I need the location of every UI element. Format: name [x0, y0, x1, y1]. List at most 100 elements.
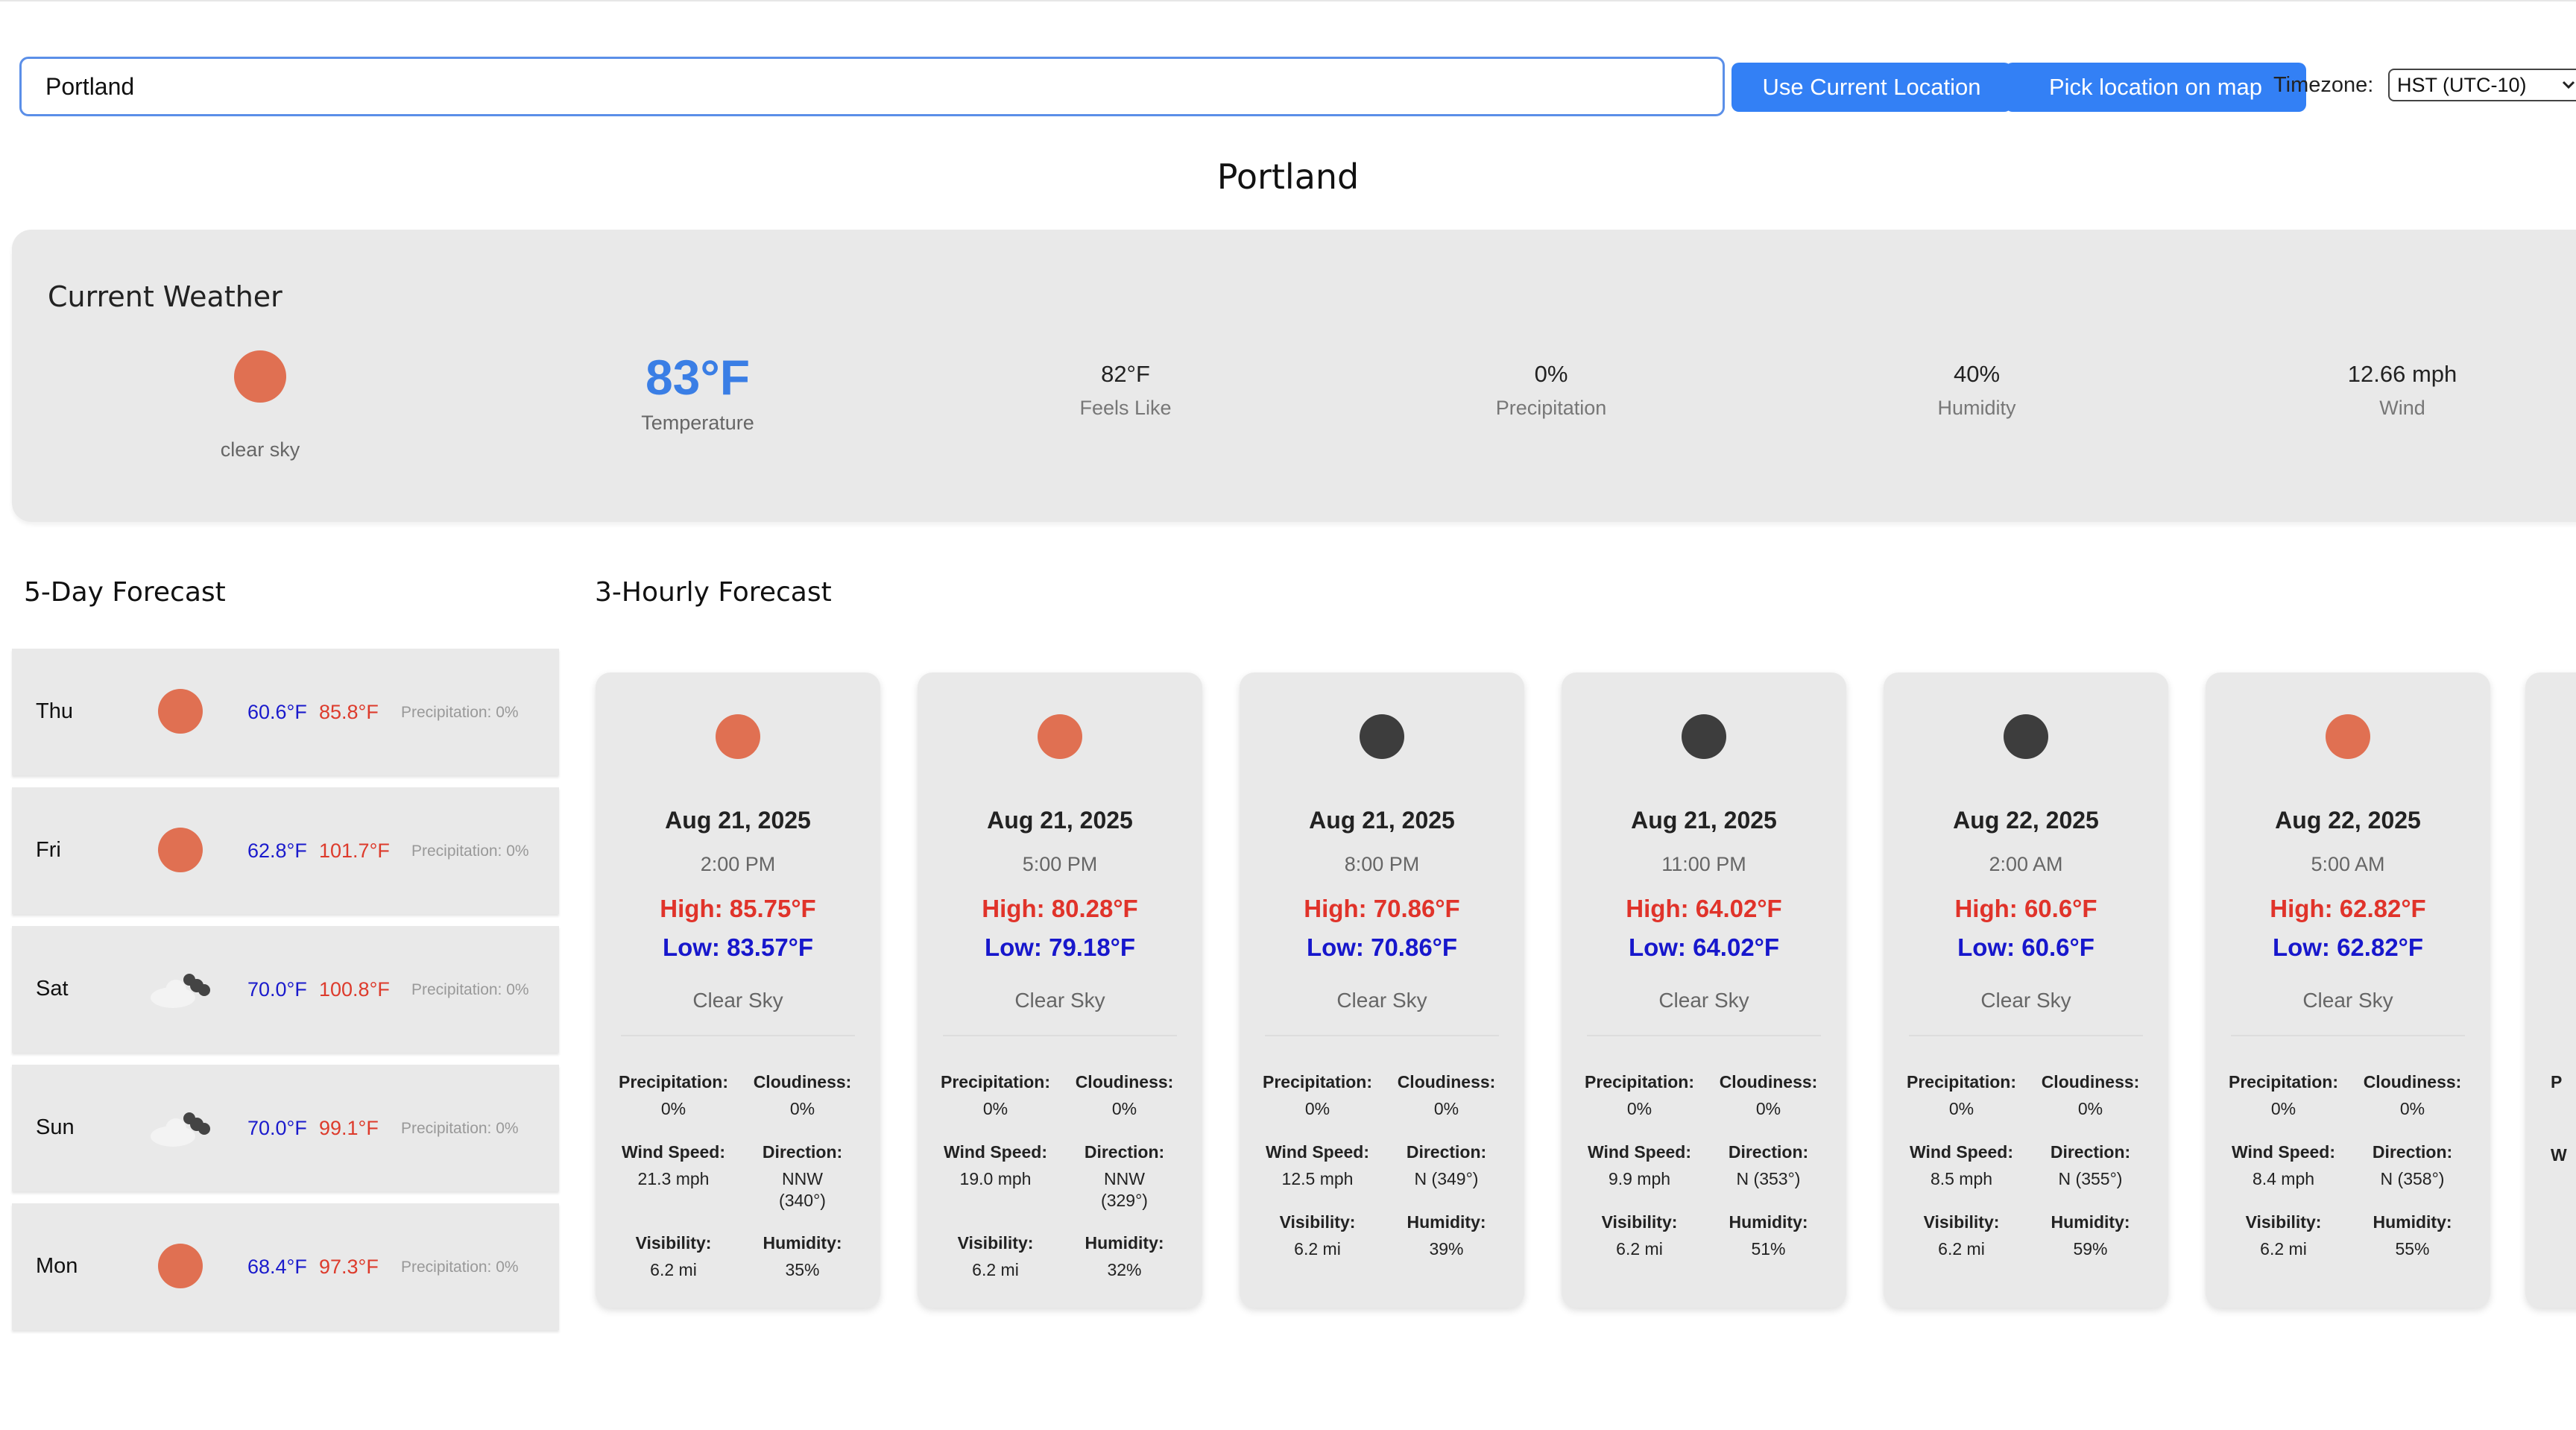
cloudiness-cell: Cloudiness: 0%	[2348, 1072, 2477, 1120]
day-precipitation: Precipitation: 0%	[401, 1120, 519, 1137]
detail-label: Visibility:	[1923, 1212, 2000, 1232]
detail-label: Direction:	[762, 1141, 843, 1162]
moon-icon	[1360, 714, 1404, 759]
card-divider	[943, 1035, 1177, 1036]
precipitation-cell: Precipitation: 0%	[1897, 1072, 2026, 1120]
detail-value: 0%	[1626, 1099, 1652, 1118]
sun-icon	[158, 1244, 203, 1288]
day-low-temp: 70.0°F	[247, 978, 307, 1001]
current-weather-title: Current Weather	[48, 280, 282, 313]
cloudiness-cell: Cloudiness: 0%	[2026, 1072, 2155, 1120]
detail-value: 0%	[1433, 1099, 1459, 1118]
day-low-temp: 60.6°F	[247, 701, 307, 723]
card-high-temp: High: 64.02°F	[1626, 895, 1782, 922]
use-current-location-button[interactable]: Use Current Location	[1731, 63, 2012, 112]
detail-label: W	[2551, 1145, 2567, 1165]
humidity-cell: Humidity: 55%	[2348, 1212, 2477, 1260]
visibility-cell: Visibility: 6.2 mi	[2219, 1212, 2348, 1260]
card-description: Clear Sky	[1980, 989, 2071, 1012]
wind-speed-cell: Wind Speed: 19.0 mph	[931, 1142, 1060, 1212]
day-high-temp: 101.7°F	[319, 840, 390, 862]
direction-cell: Direction: N (358°)	[2348, 1142, 2477, 1190]
visibility-cell: Visibility: 6.2 mi	[931, 1233, 1060, 1281]
sun-icon	[158, 828, 203, 872]
wind-speed-cell: Wind Speed: 8.5 mph	[1897, 1142, 2026, 1190]
city-search-input[interactable]	[19, 57, 1725, 116]
sun-icon	[2326, 714, 2370, 759]
hourly-forecast-card[interactable]: Aug 22, 2025 2:00 AM High: 60.6°F Low: 6…	[1884, 673, 2168, 1308]
card-high-temp: High: 70.86°F	[1304, 895, 1460, 922]
detail-label: Humidity:	[2373, 1212, 2452, 1232]
wind-speed-cell: Wind Speed: 21.3 mph	[609, 1142, 738, 1212]
metric-label: Humidity	[1937, 397, 2016, 419]
detail-label: Visibility:	[2245, 1212, 2322, 1232]
detail-value: 8.5 mph	[1930, 1168, 1993, 1188]
detail-label: Humidity:	[1407, 1212, 1486, 1232]
card-time: 2:00 AM	[1989, 853, 2063, 875]
detail-value: 21.3 mph	[637, 1168, 710, 1188]
detail-value: 51%	[1751, 1238, 1786, 1259]
day-precipitation: Precipitation: 0%	[411, 981, 529, 998]
detail-label: Direction:	[1406, 1141, 1487, 1162]
day-precipitation: Precipitation: 0%	[401, 704, 519, 721]
current-weather-panel: Current Weather clear sky 83°F Temperatu…	[12, 230, 2576, 522]
day-name: Sun	[36, 1115, 75, 1139]
feels-like-metric: 82°F Feels Like	[991, 361, 1260, 420]
hourly-forecast-title: 3-Hourly Forecast	[595, 577, 832, 608]
card-high-temp: High: 85.75°F	[660, 895, 816, 922]
day-name: Fri	[36, 838, 61, 862]
metric-value: 82°F	[1101, 361, 1150, 387]
day-name: Mon	[36, 1254, 78, 1278]
card-description: Clear Sky	[1336, 989, 1427, 1012]
cloud-icon	[151, 1112, 210, 1147]
forecast-day-row[interactable]: Sat 70.0°F 100.8°F Precipitation: 0%	[12, 926, 559, 1053]
detail-value: N (355°)	[2058, 1168, 2123, 1188]
card-time: 5:00 PM	[1022, 853, 1098, 875]
detail-value: 6.2 mi	[650, 1260, 697, 1280]
metric-label: Precipitation	[1495, 397, 1607, 419]
hourly-forecast-card[interactable]: Aug 21, 2025 2:00 PM High: 85.75°F Low: …	[596, 673, 880, 1308]
card-time: 11:00 PM	[1661, 853, 1746, 875]
wind-metric: 12.66 mph Wind	[2268, 361, 2536, 420]
detail-value: 0%	[789, 1099, 815, 1118]
detail-value: 9.9 mph	[1608, 1168, 1671, 1188]
timezone-select[interactable]: HST (UTC-10)	[2388, 69, 2576, 101]
day-name: Sat	[36, 977, 69, 1001]
direction-cell: Direction: NNW (340°)	[738, 1142, 867, 1212]
detail-value: 6.2 mi	[1616, 1238, 1663, 1259]
detail-value: 8.4 mph	[2252, 1168, 2315, 1188]
card-date: Aug 22, 2025	[2275, 807, 2421, 834]
precipitation-metric: 0% Precipitation	[1417, 361, 1685, 420]
detail-label: Cloudiness:	[1075, 1072, 1174, 1092]
forecast-day-row[interactable]: Mon 68.4°F 97.3°F Precipitation: 0%	[12, 1203, 559, 1330]
cloudiness-cell: Cloudiness: 0%	[1382, 1072, 1511, 1120]
day-high-temp: 85.8°F	[319, 701, 379, 723]
detail-value: NNW (329°)	[1101, 1168, 1148, 1210]
detail-label: Cloudiness:	[2041, 1072, 2140, 1092]
hourly-forecast-card[interactable]: Aug 21, 2025 5:00 PM High: 80.28°F Low: …	[918, 673, 1202, 1308]
hourly-forecast-card[interactable]: Aug 21, 2025 11:00 PM High: 64.02°F Low:…	[1562, 673, 1846, 1308]
hourly-forecast-card-partial[interactable]: P W	[2525, 673, 2576, 1308]
forecast-day-row[interactable]: Sun 70.0°F 99.1°F Precipitation: 0%	[12, 1065, 559, 1191]
card-details: Precipitation: 0% Cloudiness: 0% Wind Spee…	[1253, 1072, 1511, 1259]
pick-location-map-button[interactable]: Pick location on map	[2005, 63, 2306, 112]
top-border	[0, 0, 2576, 1]
card-details: Precipitation: 0% Cloudiness: 0% Wind Spee…	[1897, 1072, 2155, 1259]
detail-value: 6.2 mi	[972, 1260, 1019, 1280]
card-details: Precipitation: 0% Cloudiness: 0% Wind Spee…	[2219, 1072, 2477, 1259]
forecast-day-row[interactable]: Fri 62.8°F 101.7°F Precipitation: 0%	[12, 787, 559, 914]
direction-cell: Direction: N (353°)	[1704, 1142, 1833, 1190]
card-low-temp: Low: 70.86°F	[1306, 933, 1458, 961]
hourly-forecast-card[interactable]: Aug 22, 2025 5:00 AM High: 62.82°F Low: …	[2206, 673, 2490, 1308]
detail-value: NNW (340°)	[779, 1168, 826, 1210]
card-description: Clear Sky	[692, 989, 783, 1012]
search-bar: Use Current Location Pick location on ma…	[19, 57, 2576, 118]
visibility-cell: Visibility: 6.2 mi	[1575, 1212, 1704, 1260]
detail-value: 0%	[1111, 1099, 1137, 1118]
cloudiness-cell: Cloudiness: 0%	[1060, 1072, 1189, 1120]
five-day-forecast-title: 5-Day Forecast	[24, 577, 226, 608]
forecast-day-row[interactable]: Thu 60.6°F 85.8°F Precipitation: 0%	[12, 649, 559, 775]
hourly-forecast-card[interactable]: Aug 21, 2025 8:00 PM High: 70.86°F Low: …	[1240, 673, 1524, 1308]
card-divider	[621, 1035, 855, 1036]
card-divider	[1587, 1035, 1821, 1036]
